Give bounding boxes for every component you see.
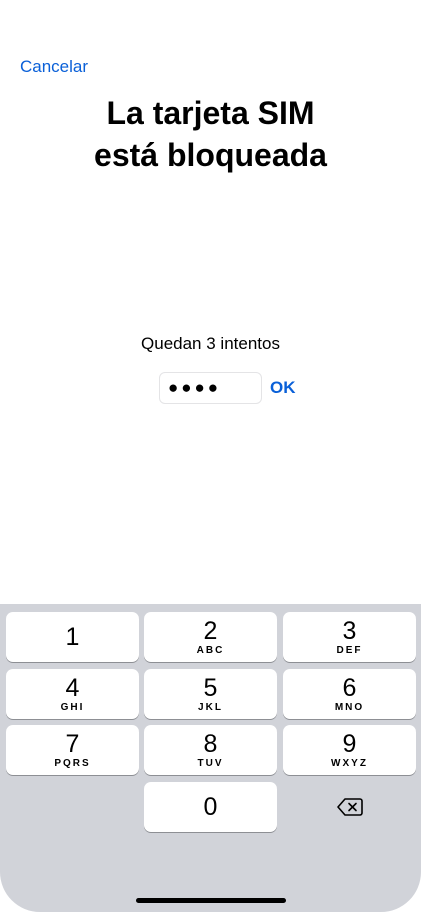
pin-input[interactable]: ●●●● <box>159 372 262 404</box>
backspace-button[interactable] <box>283 782 416 832</box>
key-letters: DEF <box>336 644 363 656</box>
key-digit: 9 <box>342 729 357 758</box>
page-title: La tarjeta SIM está bloqueada <box>0 92 421 176</box>
key-digit: 4 <box>65 673 80 702</box>
delete-left-icon <box>336 798 363 816</box>
key-3[interactable]: 3 DEF <box>283 612 416 662</box>
key-letters: MNO <box>334 701 365 713</box>
key-digit: 5 <box>203 673 218 702</box>
attempts-remaining-label: Quedan 3 intentos <box>141 334 280 353</box>
key-digit: 7 <box>65 729 80 758</box>
key-digit: 6 <box>342 673 357 702</box>
key-digit: 1 <box>65 623 80 651</box>
numeric-keyboard: 1 2 ABC 3 DEF 4 GHI 5 JKL 6 MNO 7 PQRS 8… <box>0 604 421 912</box>
key-digit: 2 <box>203 616 218 645</box>
key-letters: JKL <box>198 701 223 713</box>
key-9[interactable]: 9 WXYZ <box>283 725 416 775</box>
key-letters: TUV <box>197 757 224 769</box>
key-digit: 3 <box>342 616 357 645</box>
key-letters: PQRS <box>54 757 91 769</box>
key-letters: GHI <box>60 701 85 713</box>
ok-button[interactable]: OK <box>270 378 296 398</box>
key-0[interactable]: 0 <box>144 782 277 832</box>
key-2[interactable]: 2 ABC <box>144 612 277 662</box>
key-8[interactable]: 8 TUV <box>144 725 277 775</box>
key-letters: ABC <box>196 644 225 656</box>
key-7[interactable]: 7 PQRS <box>6 725 139 775</box>
key-letters: WXYZ <box>331 757 368 769</box>
key-5[interactable]: 5 JKL <box>144 669 277 719</box>
key-digit: 8 <box>203 729 218 758</box>
key-4[interactable]: 4 GHI <box>6 669 139 719</box>
home-indicator[interactable] <box>136 898 286 903</box>
title-line-1: La tarjeta SIM <box>106 95 315 131</box>
key-digit: 0 <box>203 793 218 821</box>
key-6[interactable]: 6 MNO <box>283 669 416 719</box>
title-line-2: está bloqueada <box>94 137 327 173</box>
pin-entry-row: ●●●● OK <box>159 372 296 404</box>
key-1[interactable]: 1 <box>6 612 139 662</box>
cancel-button[interactable]: Cancelar <box>20 57 88 77</box>
